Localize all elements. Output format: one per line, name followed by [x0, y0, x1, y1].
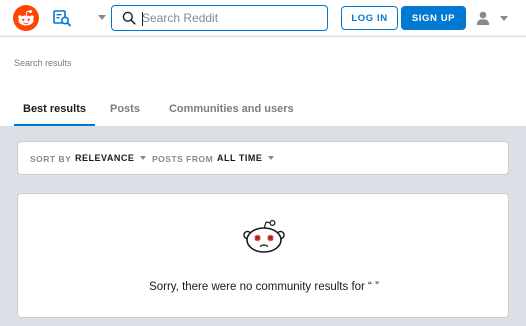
search-header-panel: Search results Best results Posts Commun…	[0, 37, 526, 126]
top-header: LOG IN SIGN UP	[0, 0, 526, 36]
sad-snoo-icon	[243, 219, 285, 253]
empty-results-message: Sorry, there were no community results f…	[149, 281, 379, 293]
chevron-down-icon[interactable]	[98, 15, 106, 20]
tab-best-results[interactable]: Best results	[14, 95, 95, 126]
sort-bar: SORT BY RELEVANCE POSTS FROM ALL TIME	[17, 141, 509, 175]
user-menu-button[interactable]	[473, 8, 513, 28]
sort-by-label: SORT BY	[30, 154, 72, 164]
search-tabs: Best results Posts Communities and users	[14, 95, 303, 126]
tab-posts[interactable]: Posts	[101, 95, 149, 126]
login-button[interactable]: LOG IN	[341, 6, 398, 30]
results-card: Sorry, there were no community results f…	[17, 193, 509, 318]
search-input[interactable]	[142, 9, 322, 27]
signup-button[interactable]: SIGN UP	[401, 6, 466, 30]
user-icon	[476, 11, 490, 25]
chevron-down-icon	[268, 156, 275, 160]
sort-by-dropdown[interactable]: RELEVANCE	[75, 153, 147, 163]
sort-by-value: RELEVANCE	[75, 153, 135, 163]
posts-from-value: ALL TIME	[217, 153, 263, 163]
feed-icon[interactable]	[52, 8, 72, 28]
posts-from-label: POSTS FROM	[152, 154, 214, 164]
posts-from-dropdown[interactable]: ALL TIME	[217, 153, 275, 163]
search-bar[interactable]	[111, 5, 328, 31]
page-title: Search results	[14, 58, 72, 68]
search-icon	[122, 11, 136, 25]
reddit-logo-icon[interactable]	[13, 5, 39, 31]
chevron-down-icon	[500, 16, 508, 21]
chevron-down-icon	[140, 156, 147, 160]
tab-communities-and-users[interactable]: Communities and users	[160, 95, 303, 126]
